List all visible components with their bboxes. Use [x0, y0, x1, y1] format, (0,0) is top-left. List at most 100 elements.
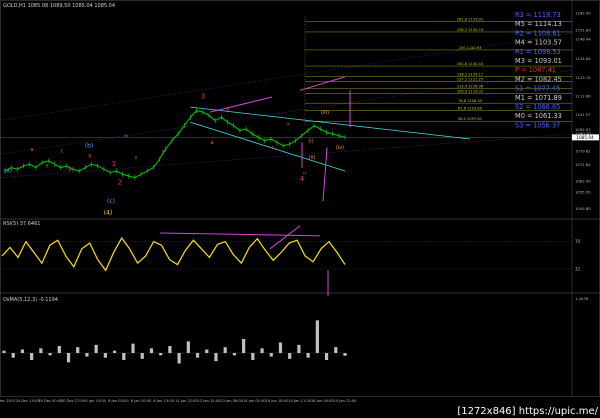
y-axis-tick: 1045.80 [575, 206, 591, 211]
osma-bar [306, 353, 310, 358]
wave-label: (b) [85, 142, 94, 149]
time-axis-tick: 29 Dec 00:00 [38, 399, 63, 403]
osma-bar [122, 353, 126, 360]
time-axis-tick: 6 Jan 03:00 [108, 399, 129, 403]
y-axis-tick: 1162.00 [575, 11, 591, 16]
fib-level-label: 61.8 1103.89 [458, 107, 483, 111]
price-chart-canvas[interactable]: 261.8 1157.01238.2 1150.74200 1140.03161… [0, 0, 600, 418]
wave-label: iii [286, 122, 289, 127]
fib-level-label: 261.8 1157.01 [457, 17, 483, 21]
osma-bar [30, 353, 34, 360]
osma-bar [76, 347, 80, 353]
osma-bar [20, 349, 25, 353]
pivot-level-p: P = 1087.41 [515, 66, 556, 74]
y-axis-tick: 1146.44 [575, 37, 591, 42]
time-axis-tick: 13 Jan 08:00 [220, 399, 243, 403]
fib-level-label: 78.6 1108.34 [458, 99, 483, 103]
wave-label: 1 [112, 160, 116, 168]
osma-bar [177, 353, 181, 364]
osma-bar [334, 347, 338, 353]
y-axis-tick: 1090.30 [575, 131, 591, 136]
pivot-level-s1: S1 = 1077.45 [515, 85, 560, 93]
osma-bar [288, 353, 292, 359]
wave-label: (c) [107, 198, 115, 205]
wave-label: (a) [4, 168, 12, 175]
trendline-dotted [0, 133, 573, 178]
pivot-level-m0: M0 = 1061.33 [515, 112, 562, 120]
time-axis-tick: 24 Dec 19:00 [16, 399, 41, 403]
osma-bar [251, 353, 255, 360]
wave-label: x [135, 155, 138, 161]
osma-bar [232, 353, 237, 356]
osma-bar [269, 353, 273, 357]
target-arrow [299, 76, 346, 91]
y-axis-tick: 1055.50 [575, 189, 591, 194]
osma-bar [140, 353, 144, 359]
time-axis-tick: 14 Jan 01:00 [243, 399, 266, 403]
time-axis-tick: 8 Jan 13:00 [153, 399, 174, 403]
watermark: [1272x846] https://upic.me/ [457, 406, 598, 417]
pivot-level-m4: M4 = 1103.57 [515, 39, 562, 47]
wave-label: (ii) [309, 155, 316, 161]
wave-label: 3 [201, 93, 205, 101]
fib-level-label: 161.8 1130.44 [457, 62, 484, 66]
fib-level-label: 138.2 1124.17 [457, 73, 483, 77]
time-axis-tick: 12 Jan 15:00 [198, 399, 221, 403]
chart-border [0, 0, 600, 397]
osma-bar [186, 341, 190, 353]
wave-label: (4) [104, 210, 113, 217]
fib-level-label: 200 1140.03 [459, 46, 482, 50]
fib-level-label: 238.2 1150.74 [457, 28, 484, 32]
fib-level-label: 100.0 1114.02 [457, 90, 483, 94]
wave-label: (i) [308, 138, 313, 144]
fib-level-label: 127.2 1121.25 [457, 78, 483, 82]
pivot-level-m2: M2 = 1082.45 [515, 75, 562, 83]
time-axis-tick: 15 Jan 11:00 [288, 399, 311, 403]
osma-bar [205, 349, 209, 353]
osma-bar [315, 320, 319, 353]
wave-label: 2 [118, 178, 122, 186]
price-series-line [4, 109, 346, 179]
time-axis-tick: 3 Dec 2015 [0, 399, 15, 403]
time-axis-tick: 4 Jan 10:00 [85, 399, 106, 403]
y-axis-tick: 1071.84 [575, 162, 591, 167]
pivot-level-m3: M3 = 1093.01 [515, 57, 562, 65]
y-axis-tick: 1112.66 [575, 93, 591, 98]
wave-label: y [162, 148, 165, 154]
osma-bar [94, 344, 98, 353]
target-arrow [209, 96, 273, 113]
osma-bar [11, 353, 15, 358]
osma-bar [242, 339, 246, 353]
y-axis-tick: 1101.57 [575, 112, 591, 117]
osma-bar [195, 353, 200, 358]
wave-label: iv [303, 170, 307, 175]
osma-bar [66, 353, 71, 363]
rsi-axis-tick: 32 [575, 266, 581, 271]
osma-bar [168, 346, 172, 353]
trendline-dotted [0, 32, 573, 121]
osma-axis-tick: 1.4478 [575, 296, 589, 301]
wave-label: 4 [300, 175, 305, 183]
fib-level-label: 112.0 1116.98 [457, 85, 484, 89]
pivot-level-s3: S3 = 1056.37 [515, 121, 560, 129]
osma-bar [112, 350, 117, 353]
osma-bar [297, 344, 301, 353]
osma-bar [343, 353, 347, 356]
wave-label: d [68, 167, 71, 173]
target-arrow [322, 147, 328, 202]
divergence-line [269, 225, 301, 250]
rsi-line [1, 236, 346, 272]
fib-level-label: 38.2 1097.61 [458, 117, 482, 121]
osma-bar [278, 342, 283, 353]
pivot-level-r1: R1 = 1098.53 [515, 48, 561, 56]
osma-bar [149, 348, 154, 353]
osma-bar [2, 350, 6, 353]
osma-bar [324, 353, 329, 360]
time-axis-tick: 6 Jan 20:00 [131, 399, 152, 403]
osma-bar [48, 353, 52, 356]
wave-label: a [30, 147, 33, 153]
y-axis-tick: 1151.83 [575, 28, 591, 33]
pivot-level-m1: M1 = 1071.89 [515, 94, 562, 102]
wave-label: e [45, 164, 48, 170]
wave-label: (iii) [321, 110, 329, 116]
